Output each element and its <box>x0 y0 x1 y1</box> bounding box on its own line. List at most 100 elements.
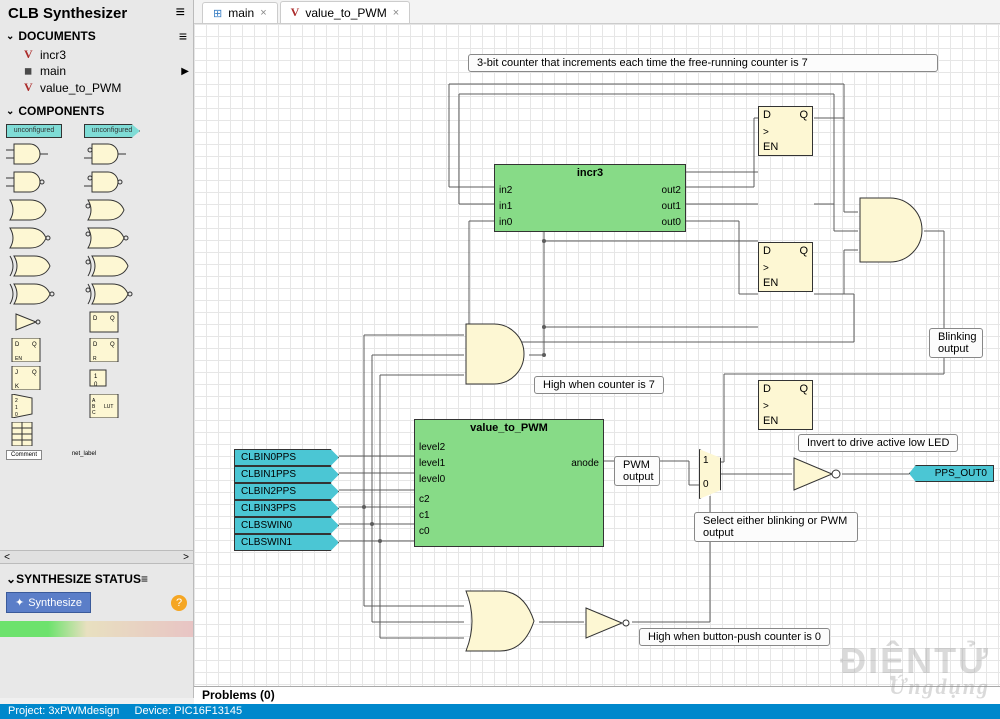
inport-clbin3pps[interactable]: CLBIN3PPS <box>234 500 339 517</box>
inverter-bottom[interactable] <box>584 606 632 640</box>
dff-d-label: D <box>763 245 771 257</box>
svg-text:C: C <box>92 410 96 416</box>
palette-input-port-icon[interactable]: unconfigured <box>6 124 62 138</box>
inport-clbswin1[interactable]: CLBSWIN1 <box>234 534 339 551</box>
schematic-canvas[interactable]: 3-bit counter that increments each time … <box>194 24 1000 686</box>
close-icon[interactable]: × <box>393 7 399 19</box>
block-incr3[interactable]: incr3 in2 in1 in0 out2 out1 out0 <box>494 164 686 232</box>
synthesize-button-label: Synthesize <box>28 597 82 609</box>
nor-gate-inv-in-icon[interactable] <box>84 226 140 250</box>
verilog-icon: V <box>24 80 34 95</box>
inport-clbin2pps[interactable]: CLBIN2PPS <box>234 483 339 500</box>
inverter-output[interactable] <box>792 456 842 492</box>
dff-top[interactable]: D Q > EN <box>758 106 813 156</box>
svg-text:Q: Q <box>110 342 115 348</box>
chevron-down-icon: ⌄ <box>6 31 14 42</box>
synth-status-header[interactable]: ⌄ SYNTHESIZE STATUS ≡ <box>0 570 193 588</box>
dff-d-label: D <box>763 383 771 395</box>
inport-clbin0pps[interactable]: CLBIN0PPS <box>234 449 339 466</box>
status-bar: Project: 3xPWMdesign Device: PIC16F13145 <box>0 704 1000 719</box>
doc-item-incr3[interactable]: V incr3 <box>0 46 193 63</box>
dff-clk-icon: > <box>763 263 769 274</box>
dff-bot[interactable]: D Q > EN <box>758 380 813 430</box>
dff-q-label: Q <box>799 245 808 257</box>
dff-q-label: Q <box>799 383 808 395</box>
v2pwm-pin-c1: c1 <box>419 510 430 521</box>
tab-value-to-pwm[interactable]: V value_to_PWM × <box>280 1 410 23</box>
dff-r-icon[interactable]: DQR <box>84 338 140 362</box>
dff-clk-icon: > <box>763 127 769 138</box>
components-header[interactable]: ⌄ COMPONENTS <box>0 102 193 120</box>
status-device: Device: PIC16F13145 <box>135 705 243 717</box>
help-icon[interactable]: ? <box>171 595 187 611</box>
dff-icon[interactable]: DQ <box>84 310 140 334</box>
incr3-pin-in0: in0 <box>499 217 512 228</box>
outport-ppsout0[interactable]: PPS_OUT0 <box>909 465 994 482</box>
palette-netlabel-icon[interactable]: net_label <box>64 450 104 460</box>
doc-label: value_to_PWM <box>40 81 121 95</box>
hamburger-icon[interactable]: ≡ <box>176 4 185 22</box>
note-counter3bit: 3-bit counter that increments each time … <box>468 54 938 72</box>
palette-comment-icon[interactable]: Comment <box>6 450 42 460</box>
and-gate-icon[interactable] <box>6 142 62 166</box>
v2pwm-pin-anode: anode <box>571 458 599 469</box>
note-blinking-output: Blinking output <box>929 328 983 358</box>
or3-gate-bottom[interactable] <box>464 589 540 653</box>
incr3-pin-out1: out1 <box>662 201 681 212</box>
const-icon[interactable]: 10 <box>84 366 140 390</box>
v2pwm-pin-level1: level1 <box>419 458 445 469</box>
svg-text:1: 1 <box>15 405 18 411</box>
hamburger-icon[interactable]: ≡ <box>141 572 148 586</box>
doc-item-v2pwm[interactable]: V value_to_PWM <box>0 79 193 96</box>
inport-clbin1pps[interactable]: CLBIN1PPS <box>234 466 339 483</box>
palette-scrollbar[interactable]: < > <box>0 550 193 564</box>
palette-output-port-icon[interactable]: unconfigured <box>84 124 140 138</box>
mux-icon[interactable]: 210 <box>6 394 62 418</box>
hamburger-icon[interactable]: ≡ <box>179 28 187 44</box>
mux-2to1[interactable]: 1 0 <box>699 449 721 499</box>
nor-gate-icon[interactable] <box>6 226 62 250</box>
inport-clbswin0[interactable]: CLBSWIN0 <box>234 517 339 534</box>
dff-en-label: EN <box>763 415 778 427</box>
svg-text:2: 2 <box>15 398 18 404</box>
xor-gate-inv-in-icon[interactable] <box>84 254 140 278</box>
nand-gate-icon[interactable] <box>6 170 62 194</box>
synth-header-label: SYNTHESIZE STATUS <box>16 572 141 586</box>
play-icon[interactable]: ▶ <box>181 66 189 77</box>
xor-gate-icon[interactable] <box>6 254 62 278</box>
doc-item-main[interactable]: ◼ main ▶ <box>0 63 193 79</box>
scroll-right-icon[interactable]: > <box>179 552 193 563</box>
synthesize-button[interactable]: ✦ Synthesize <box>6 592 91 613</box>
buffer-icon[interactable] <box>6 310 62 334</box>
svg-text:K: K <box>15 384 19 390</box>
app-title: CLB Synthesizer <box>8 5 127 22</box>
and3-gate-right[interactable] <box>858 196 926 264</box>
xnor-gate-icon[interactable] <box>6 282 62 306</box>
wire-layer <box>194 24 1000 686</box>
wand-icon: ✦ <box>15 596 24 609</box>
components-header-label: COMPONENTS <box>18 104 104 118</box>
xnor-gate-inv-in-icon[interactable] <box>84 282 140 306</box>
and3-gate-left[interactable] <box>464 322 530 386</box>
block-v2pwm[interactable]: value_to_PWM level2 level1 level0 c2 c1 … <box>414 419 604 547</box>
tab-main[interactable]: ⊞ main × <box>202 2 278 23</box>
dff-en-icon[interactable]: DQEN <box>6 338 62 362</box>
jkff-icon[interactable]: JQK <box>6 366 62 390</box>
doc-label: main <box>40 64 66 78</box>
canvas-area: ⊞ main × V value_to_PWM × <box>194 0 1000 686</box>
or-gate-inv-in-icon[interactable] <box>84 198 140 222</box>
lut-icon[interactable]: ABCLUT <box>84 394 140 418</box>
incr3-title: incr3 <box>495 165 685 181</box>
close-icon[interactable]: × <box>260 7 266 19</box>
schematic-icon: ◼ <box>24 66 34 77</box>
svg-text:D: D <box>15 342 20 348</box>
note-pwm-output: PWM output <box>614 456 660 486</box>
and-gate-inv-in-icon[interactable] <box>84 142 140 166</box>
dff-mid[interactable]: D Q > EN <box>758 242 813 292</box>
problems-panel[interactable]: Problems (0) <box>194 686 1000 704</box>
scroll-left-icon[interactable]: < <box>0 552 14 563</box>
table-icon[interactable] <box>6 422 62 446</box>
nand-gate-inv-in-icon[interactable] <box>84 170 140 194</box>
or-gate-icon[interactable] <box>6 198 62 222</box>
documents-header[interactable]: ⌄ DOCUMENTS ≡ <box>0 26 193 46</box>
